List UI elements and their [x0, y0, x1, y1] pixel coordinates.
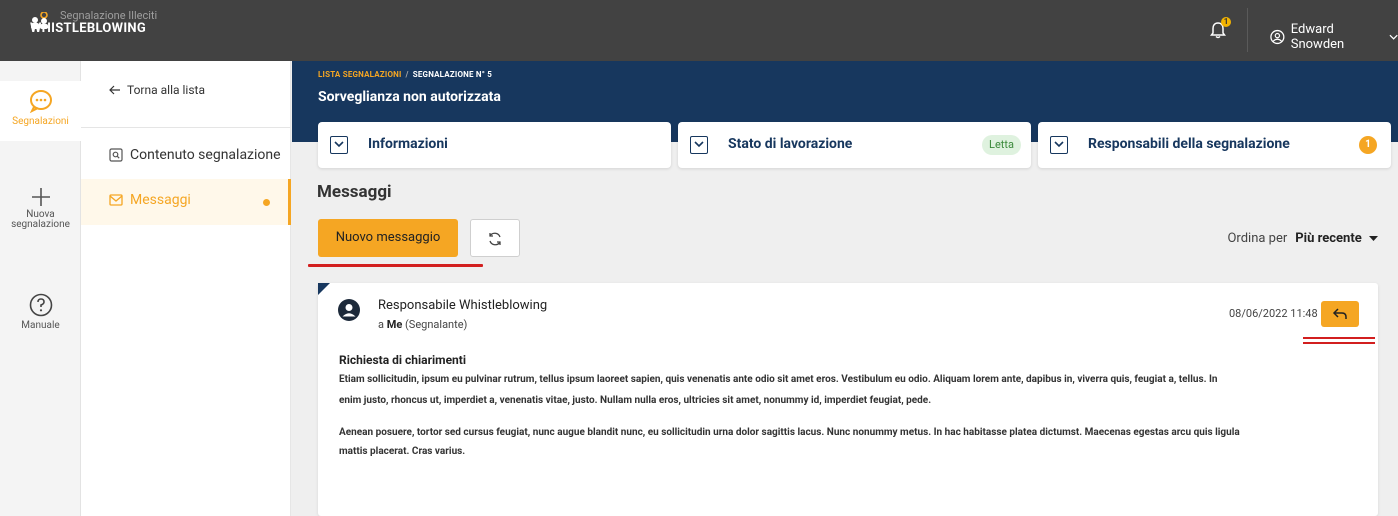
section-title: Messaggi	[317, 182, 392, 202]
status-card[interactable]: Stato di lavorazione Letta	[678, 122, 1031, 168]
expand-toggle[interactable]	[330, 136, 348, 154]
rail-label: Segnalazioni	[12, 116, 69, 127]
unread-dot	[263, 199, 270, 206]
recipient-role: (Segnalante)	[405, 318, 468, 331]
annotation-underline	[308, 264, 483, 267]
message-body-line: enim justo, rhoncus ut, imperdiet a, ven…	[339, 395, 932, 406]
message-subject: Richiesta di chiarimenti	[339, 353, 467, 367]
user-circle-icon	[1270, 29, 1285, 45]
document-search-icon	[109, 148, 123, 162]
card-title: Stato di lavorazione	[728, 136, 853, 152]
recipient-prefix: a	[378, 318, 384, 331]
back-label: Torna alla lista	[127, 83, 205, 97]
sort-control[interactable]: Ordina per Più recente	[1227, 231, 1378, 246]
breadcrumb-link[interactable]: LISTA SEGNALAZIONI	[318, 70, 402, 79]
chat-bubble-icon	[29, 90, 52, 114]
subnav-item-content: Messaggi	[109, 192, 191, 208]
page-title: Sorveglianza non autorizzata	[318, 89, 501, 105]
rail-item-manuale[interactable]: Manuale	[0, 293, 81, 343]
status-badge: Letta	[982, 135, 1021, 155]
annotation-underline	[1303, 342, 1375, 344]
reply-icon	[1332, 308, 1347, 319]
caret-down-icon	[1369, 235, 1378, 241]
chevron-down-icon	[1389, 34, 1398, 40]
card-title: Responsabili della segnalazione	[1088, 136, 1290, 152]
people-icon	[31, 12, 48, 29]
responsibles-card[interactable]: Responsabili della segnalazione 1	[1038, 122, 1391, 168]
count-badge: 1	[1359, 136, 1377, 154]
help-circle-icon	[29, 293, 52, 317]
side-rail: Segnalazioni Nuova segnalazione Manuale	[0, 61, 81, 516]
message-date: 08/06/2022 11:48	[1229, 307, 1318, 320]
app-logo[interactable]: Segnalazione Illeciti WHISTLEBLOWING	[30, 10, 157, 36]
rail-item-nuova-segnalazione[interactable]: Nuova segnalazione	[0, 187, 81, 247]
recipient-name: Me	[386, 318, 403, 331]
notification-badge: 1	[1221, 17, 1231, 27]
breadcrumb-current: SEGNALAZIONE N° 5	[412, 70, 493, 79]
message-body-line: mattis placerat. Cras varius.	[339, 446, 466, 457]
subnav-item-messaggi[interactable]: Messaggi	[81, 179, 291, 225]
envelope-icon	[109, 194, 123, 206]
user-menu[interactable]: Edward Snowden	[1270, 22, 1398, 52]
sort-value: Più recente	[1295, 231, 1362, 246]
sort-label: Ordina per	[1227, 231, 1288, 246]
back-to-list-link[interactable]: Torna alla lista	[109, 83, 205, 97]
avatar-icon	[338, 299, 360, 321]
message-body-line: Etiam sollicitudin, ipsum eu pulvinar ru…	[339, 374, 1218, 385]
user-name: Edward Snowden	[1290, 22, 1345, 52]
detail-subnav: Torna alla lista Contenuto segnalazione …	[81, 61, 291, 516]
new-message-button[interactable]: Nuovo messaggio	[318, 219, 458, 257]
subnav-label: Messaggi	[130, 192, 191, 208]
expand-toggle[interactable]	[690, 136, 708, 154]
message-body-line: Aenean posuere, tortor sed cursus feugia…	[339, 427, 1240, 438]
arrow-left-icon	[109, 85, 120, 95]
rail-label: Manuale	[21, 320, 60, 331]
message-card[interactable]: Responsabile Whistleblowing a Me (Segnal…	[318, 283, 1378, 516]
subnav-item-contenuto[interactable]: Contenuto segnalazione	[109, 147, 281, 163]
divider	[81, 127, 291, 128]
reply-button[interactable]	[1321, 301, 1359, 327]
expand-toggle[interactable]	[1050, 136, 1068, 154]
card-title: Informazioni	[368, 136, 448, 152]
chevron-down-icon	[694, 141, 704, 148]
annotation-underline	[1303, 337, 1375, 339]
refresh-button[interactable]	[470, 219, 520, 257]
info-card[interactable]: Informazioni	[318, 122, 671, 168]
message-sender: Responsabile Whistleblowing	[378, 298, 548, 313]
chevron-down-icon	[1054, 141, 1064, 148]
divider	[1247, 8, 1248, 52]
top-bar: Segnalazione Illeciti WHISTLEBLOWING 1 E…	[0, 0, 1398, 61]
rail-item-segnalazioni[interactable]: Segnalazioni	[0, 81, 81, 141]
plus-icon	[31, 188, 50, 206]
breadcrumb: LISTA SEGNALAZIONI / SEGNALAZIONE N° 5	[318, 70, 493, 79]
rail-label: Nuova segnalazione	[11, 209, 70, 230]
refresh-icon	[489, 232, 501, 246]
unread-corner-marker	[318, 283, 330, 295]
message-recipient: a Me (Segnalante)	[378, 318, 467, 331]
subnav-label: Contenuto segnalazione	[130, 147, 281, 163]
chevron-down-icon	[334, 141, 344, 148]
